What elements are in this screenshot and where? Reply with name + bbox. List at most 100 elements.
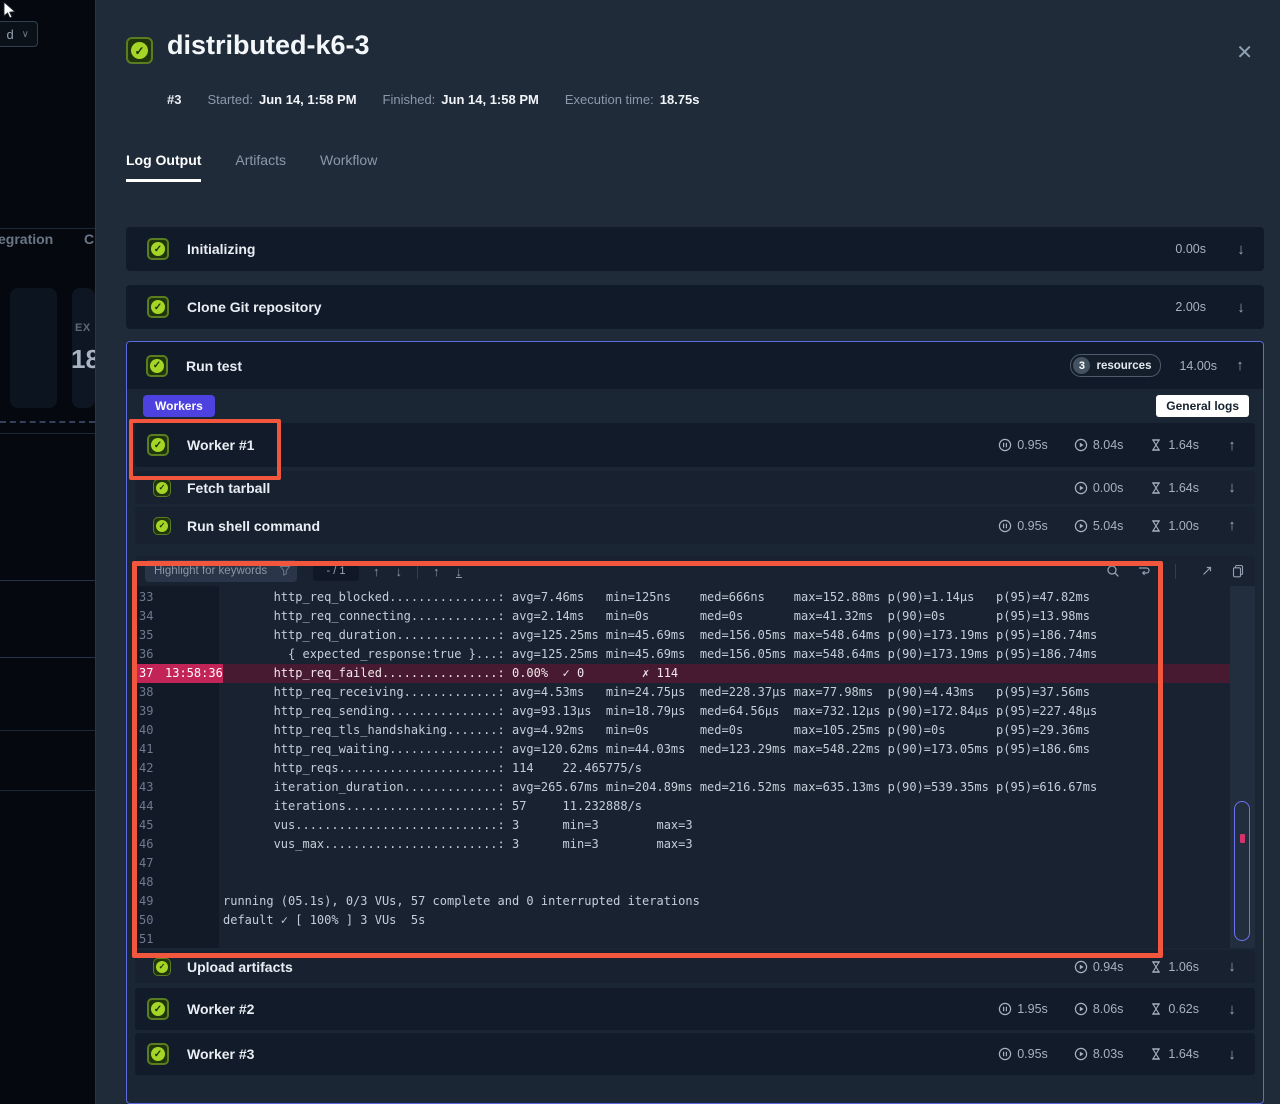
chevron-down-icon: ∨: [22, 29, 29, 40]
row-stats: 0.95s 8.04s 1.64s: [998, 438, 1199, 452]
row-stats: 0.95s 5.04s 1.00s: [998, 519, 1199, 533]
success-icon: ✓: [147, 238, 169, 260]
running-duration: 8.06s: [1074, 1002, 1124, 1016]
paused-duration: 0.95s: [998, 1047, 1048, 1061]
log-line-number: 35: [135, 626, 165, 645]
expand-chevron-icon[interactable]: ↓: [1232, 299, 1250, 316]
success-icon: ✓: [153, 479, 171, 497]
section-row-initializing[interactable]: ✓ Initializing 0.00s ↓: [126, 227, 1264, 271]
row-worker-2[interactable]: ✓ Worker #2 1.95s 8.06s 0.62s: [135, 988, 1255, 1030]
log-line-number: 38: [135, 683, 165, 702]
filter-icon: [279, 565, 291, 577]
running-duration: 5.04s: [1074, 519, 1124, 533]
paused-duration: 0.95s: [998, 519, 1048, 533]
log-line-timestamp: [165, 702, 223, 721]
play-circle-icon: [1074, 438, 1088, 452]
log-line: 33 http_req_blocked...............: avg=…: [135, 588, 1255, 607]
log-line-timestamp: [165, 626, 223, 645]
mouse-cursor-icon: [2, 2, 18, 20]
prev-match-icon[interactable]: ↑: [365, 564, 388, 579]
copy-icon[interactable]: [1231, 564, 1245, 578]
log-line-text: http_req_connecting............: avg=2.1…: [223, 607, 1090, 626]
row-worker-3[interactable]: ✓ Worker #3 0.95s 8.03s 1.64s: [135, 1033, 1255, 1075]
scroll-to-bottom-icon[interactable]: ↓: [448, 564, 471, 579]
close-icon[interactable]: ✕: [1236, 40, 1253, 65]
expand-fullscreen-icon[interactable]: [1200, 564, 1214, 578]
log-line-timestamp: [165, 930, 223, 948]
pause-circle-icon: [998, 1047, 1012, 1061]
section-duration: 14.00s: [1179, 359, 1217, 373]
row-run-shell-command[interactable]: ✓ Run shell command 0.95s 5.04s 1.00s: [135, 507, 1255, 544]
workers-button[interactable]: Workers: [143, 395, 215, 417]
expand-chevron-icon[interactable]: ↓: [1223, 1046, 1241, 1063]
pause-circle-icon: [998, 438, 1012, 452]
log-scrollbar-thumb[interactable]: [1234, 801, 1250, 941]
log-line: 35 http_req_duration..............: avg=…: [135, 626, 1255, 645]
running-duration: 8.04s: [1074, 438, 1124, 452]
expand-chevron-icon[interactable]: ↓: [1232, 241, 1250, 258]
waiting-duration: 1.64s: [1149, 1047, 1199, 1061]
log-line-number: 50: [135, 911, 165, 930]
background-dropdown-label: d: [6, 27, 13, 42]
keyword-search-input[interactable]: [145, 560, 297, 582]
section-row-run-test[interactable]: ✓ Run test 3 resources 14.00s ↑: [127, 342, 1263, 389]
section-run-test: ✓ Run test 3 resources 14.00s ↑ Workers …: [126, 341, 1264, 1104]
log-line-number: 34: [135, 607, 165, 626]
log-line-timestamp: [165, 778, 223, 797]
resources-badge[interactable]: 3 resources: [1070, 354, 1161, 377]
log-line-timestamp: [165, 873, 223, 892]
search-icon[interactable]: [1106, 564, 1120, 578]
running-duration: 8.03s: [1074, 1047, 1124, 1061]
section-duration: 0.00s: [1175, 242, 1206, 256]
log-line-timestamp: [165, 835, 223, 854]
tab-log-output[interactable]: Log Output: [126, 152, 201, 182]
expand-chevron-icon[interactable]: ↓: [1223, 958, 1241, 975]
log-line: 48: [135, 873, 1255, 892]
row-stats: 0.94s 1.06s: [1074, 960, 1199, 974]
general-logs-button[interactable]: General logs: [1156, 395, 1249, 417]
row-worker-1[interactable]: ✓ Worker #1 0.95s 8.04s 1.64s: [135, 423, 1255, 467]
scroll-to-top-icon[interactable]: ↑: [425, 564, 448, 579]
log-line: 42 http_reqs......................: 114 …: [135, 759, 1255, 778]
job-status-success-icon: ✓: [126, 37, 153, 64]
running-duration: 0.94s: [1074, 960, 1124, 974]
row-upload-artifacts[interactable]: ✓ Upload artifacts 0.94s 1.06s ↓: [135, 950, 1255, 983]
section-row-clone-git[interactable]: ✓ Clone Git repository 2.00s ↓: [126, 285, 1264, 329]
expand-chevron-icon[interactable]: ↓: [1223, 1001, 1241, 1018]
log-line-timestamp: [165, 645, 223, 664]
log-line: 38 http_req_receiving.............: avg=…: [135, 683, 1255, 702]
log-line-number: 48: [135, 873, 165, 892]
log-line-number: 45: [135, 816, 165, 835]
collapse-chevron-icon[interactable]: ↑: [1223, 437, 1241, 454]
expand-chevron-icon[interactable]: ↓: [1223, 479, 1241, 496]
section-label: Run test: [186, 358, 242, 374]
log-line: 43 iteration_duration.............: avg=…: [135, 778, 1255, 797]
log-line-timestamp: [165, 854, 223, 873]
log-line-text: http_req_waiting...............: avg=120…: [223, 740, 1090, 759]
log-line-text: { expected_response:true }...: avg=125.2…: [223, 645, 1097, 664]
log-scrollbar-track[interactable]: [1230, 586, 1255, 948]
waiting-duration: 1.00s: [1149, 519, 1199, 533]
background-dropdown[interactable]: d ∨: [0, 21, 38, 47]
log-line: 51: [135, 930, 1255, 948]
pause-circle-icon: [998, 519, 1012, 533]
row-fetch-tarball[interactable]: ✓ Fetch tarball 0.00s 1.64s ↓: [135, 471, 1255, 504]
log-line-number: 40: [135, 721, 165, 740]
collapse-chevron-icon[interactable]: ↑: [1231, 357, 1249, 374]
workers-toolbar: Workers General logs: [143, 395, 1249, 417]
log-line-timestamp: [165, 911, 223, 930]
collapse-chevron-icon[interactable]: ↑: [1223, 517, 1241, 534]
tab-workflow[interactable]: Workflow: [320, 152, 377, 182]
waiting-duration: 1.06s: [1149, 960, 1199, 974]
success-icon: ✓: [147, 998, 169, 1020]
log-line-text: vus_max........................: 3 min=3…: [223, 835, 693, 854]
log-line-timestamp: [165, 892, 223, 911]
row-stats: 0.95s 8.03s 1.64s: [998, 1047, 1199, 1061]
log-actions: [1106, 564, 1245, 579]
hourglass-icon: [1149, 519, 1163, 533]
tab-artifacts[interactable]: Artifacts: [235, 152, 286, 182]
background-tab-integration: egration: [0, 231, 53, 247]
next-match-icon[interactable]: ↓: [388, 564, 411, 579]
log-body[interactable]: 33 http_req_blocked...............: avg=…: [135, 586, 1255, 948]
wrap-lines-icon[interactable]: [1137, 564, 1151, 578]
